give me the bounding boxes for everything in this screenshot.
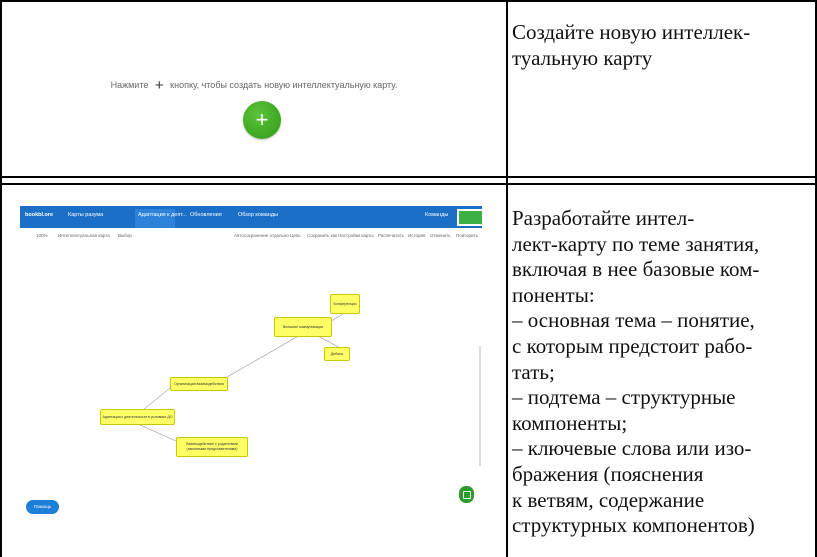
zoom-level[interactable]: 100%	[36, 233, 48, 238]
save-as-button[interactable]: Сохранить как	[307, 233, 337, 238]
mindmap-node-debates[interactable]: Дебаты	[324, 347, 350, 361]
connector-root-to-parents	[137, 423, 177, 442]
tab-mindmaps[interactable]: Карты разума	[68, 212, 103, 218]
instruction-create-map: Создайте новую интеллек- туальную карту	[512, 20, 751, 70]
table-border-top	[0, 0, 817, 2]
table-row-divider-1	[0, 176, 817, 178]
mindmap-app-screenshot: bookbl.ore Карты разума Адаптация к деят…	[20, 206, 482, 524]
tab-team-review[interactable]: Обзор команды	[238, 212, 278, 218]
upgrade-button[interactable]	[457, 209, 482, 226]
instruction-develop-map: Разработайте интел- лект-карту по теме з…	[512, 206, 760, 538]
mindmap-node-root[interactable]: Адаптация к деятельности в условиях ДО	[100, 409, 175, 425]
mindmap-node-external[interactable]: Внешние коммуникации	[274, 317, 332, 337]
table-border-right	[815, 0, 817, 557]
mindmap-node-conferences[interactable]: Конференции	[330, 294, 360, 314]
tab-adaptation[interactable]: Адаптация к деят...	[138, 212, 187, 218]
app-topbar: bookbl.ore Карты разума Адаптация к деят…	[20, 206, 482, 228]
teams-link[interactable]: Команды	[425, 212, 448, 218]
connector-lines	[137, 306, 356, 442]
present-icon-button[interactable]	[459, 486, 474, 503]
document-table: Нажмите + кнопку, чтобы создать новую ин…	[0, 0, 817, 557]
help-button[interactable]: Помощь	[26, 500, 59, 514]
hint-text-after: кнопку, чтобы создать новую интеллектуал…	[170, 80, 398, 90]
canvas-scrollbar[interactable]	[479, 346, 481, 466]
map-settings-button[interactable]: Настройки карты	[338, 233, 374, 238]
mindmap-node-parents[interactable]: Взаимодействие с родителями (законными п…	[176, 437, 248, 457]
print-button[interactable]: Распечатать	[378, 233, 404, 238]
undo-button[interactable]: Отменить	[430, 233, 451, 238]
app-toolbar: 100% Интеллектуальная карта Выбор Автосо…	[20, 228, 482, 245]
present-icon	[463, 491, 471, 499]
chain-button[interactable]: Цепь	[290, 233, 301, 238]
table-row-divider-2	[0, 183, 817, 185]
autosave-status: Автосохранение отдельно	[234, 233, 289, 238]
tab-updates[interactable]: Обновления	[190, 212, 222, 218]
plus-icon: +	[154, 77, 164, 94]
app-logo: bookbl.ore	[25, 212, 54, 218]
select-tool[interactable]: Выбор	[118, 233, 132, 238]
redo-button[interactable]: Повторить	[456, 233, 478, 238]
hint-text-before: Нажмите	[110, 80, 149, 90]
empty-state-hint: Нажмите + кнопку, чтобы создать новую ин…	[0, 77, 508, 94]
mindmap-node-organization[interactable]: Организация взаимодействия	[170, 377, 228, 391]
mindmap-canvas[interactable]: Адаптация к деятельности в условиях ДО О…	[20, 244, 482, 524]
blurred-caption	[20, 197, 310, 212]
connector-organization-to-external	[219, 333, 303, 382]
map-type-menu[interactable]: Интеллектуальная карта	[58, 233, 110, 238]
history-button[interactable]: История	[408, 233, 425, 238]
create-mindmap-button[interactable]: +	[243, 101, 281, 139]
